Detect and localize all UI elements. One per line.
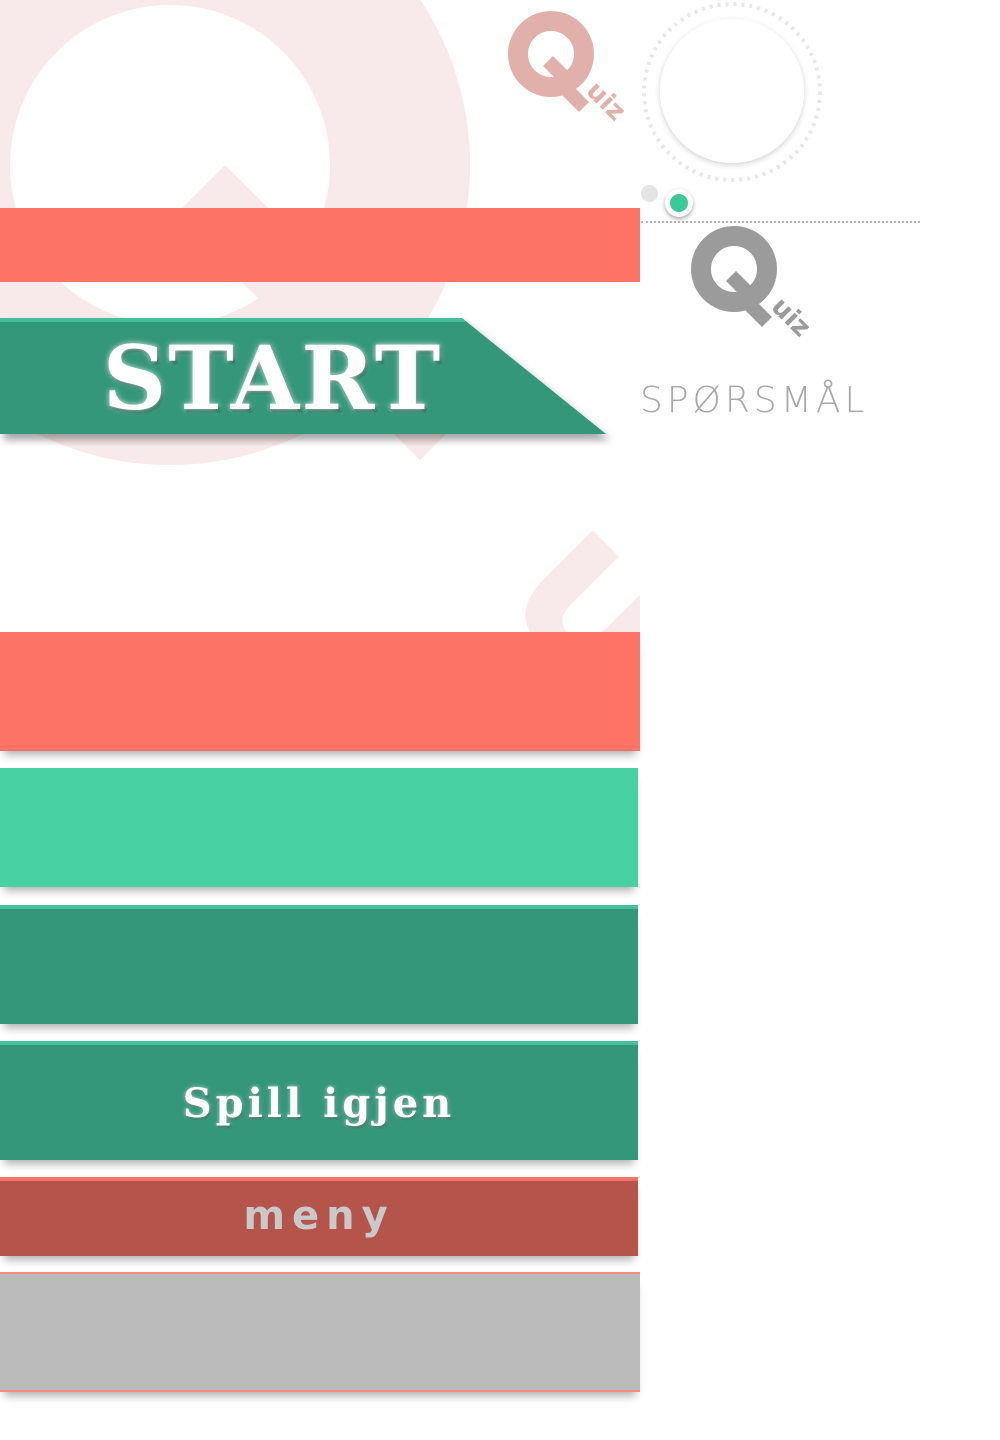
answer-option-1[interactable]: [0, 632, 640, 751]
start-label: START: [102, 326, 443, 430]
answer-option-3[interactable]: [0, 905, 638, 1024]
header-bar: [0, 208, 640, 282]
progress-dot-active: [665, 189, 693, 217]
answer-option-2[interactable]: [0, 768, 638, 887]
timer-ring: [642, 2, 822, 182]
menu-label: meny: [243, 1192, 395, 1239]
quiz-logo-top-suffix: uiz: [580, 76, 631, 127]
footer-bar: [0, 1272, 640, 1392]
quiz-logo-top: uiz: [508, 11, 631, 127]
progress-dot-inactive: [641, 185, 658, 202]
play-again-button[interactable]: Spill igjen: [0, 1041, 638, 1160]
quiz-logo-grey: uiz: [691, 226, 816, 343]
background-logo-suffix: uiz: [465, 462, 640, 640]
play-again-label: Spill igjen: [182, 1080, 456, 1127]
questions-label: SPØRSMÅL: [640, 380, 869, 421]
menu-button[interactable]: meny: [0, 1177, 638, 1256]
quiz-logo-grey-suffix: uiz: [765, 292, 816, 343]
